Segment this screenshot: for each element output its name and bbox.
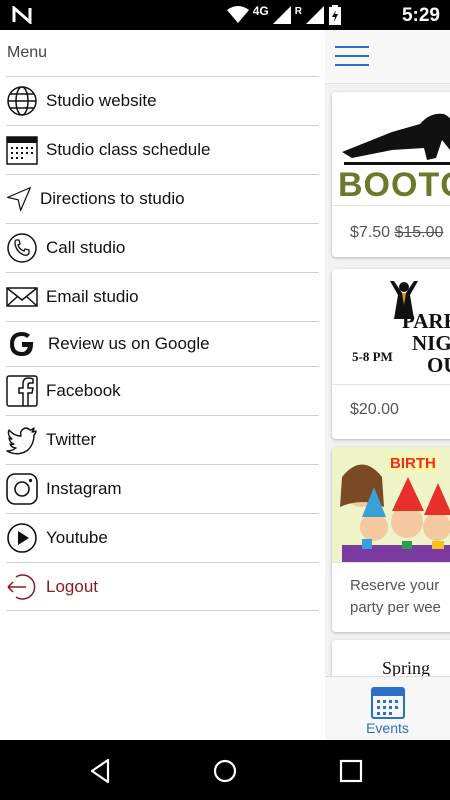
- menu-item-logout[interactable]: Logout: [6, 562, 319, 611]
- event-image-banner: BIRTH: [388, 455, 438, 472]
- event-image: PARE NIGH OU 5-8 PM: [332, 269, 450, 385]
- menu-item-class-schedule[interactable]: Studio class schedule: [6, 125, 319, 174]
- battery-charging-icon: [329, 5, 341, 25]
- envelope-icon: [6, 281, 38, 313]
- menu-item-twitter[interactable]: Twitter: [6, 415, 319, 464]
- event-card-parents-night-out[interactable]: PARE NIGH OU 5-8 PM $20.00: [332, 269, 450, 439]
- menu-item-studio-website[interactable]: Studio website: [6, 76, 319, 125]
- globe-icon: [6, 85, 38, 117]
- clock: 5:29: [401, 5, 440, 26]
- event-description-line1: Reserve your: [350, 577, 440, 594]
- recents-icon[interactable]: [338, 758, 364, 784]
- event-price: $7.50 $15.00: [350, 224, 444, 241]
- wifi-icon: [226, 6, 249, 23]
- menu-item-call-studio[interactable]: Call studio: [6, 223, 319, 272]
- event-description-line2: party per wee: [350, 599, 441, 616]
- twitter-icon: [6, 424, 38, 456]
- back-icon[interactable]: [88, 758, 114, 784]
- navigation-drawer: Menu Studio website Studio class schedul…: [0, 30, 325, 740]
- menu-item-facebook[interactable]: Facebook: [6, 366, 319, 415]
- menu-item-label: Facebook: [46, 381, 121, 400]
- menu-item-label: Logout: [46, 576, 98, 596]
- menu-item-label: Directions to studio: [40, 189, 185, 208]
- notification-n-icon: [12, 6, 32, 24]
- menu-item-instagram[interactable]: Instagram: [6, 464, 319, 513]
- youtube-play-icon: [6, 522, 38, 554]
- menu-item-label: Email studio: [46, 287, 139, 306]
- menu-item-label: Studio class schedule: [46, 140, 211, 159]
- facebook-icon: [6, 375, 38, 407]
- event-image-time: 5-8 PM: [352, 349, 393, 364]
- event-price: $20.00: [350, 401, 399, 418]
- event-image-title: BOOTC: [338, 166, 450, 204]
- phone-icon: [6, 232, 38, 264]
- event-image: BOOTC: [332, 92, 450, 206]
- hamburger-menu-icon[interactable]: [335, 46, 369, 68]
- status-bar: 4G R 5:29: [0, 0, 450, 30]
- calendar-icon: [371, 687, 405, 719]
- signal-icon: [272, 6, 291, 24]
- system-navigation-bar: [0, 740, 450, 800]
- menu-item-label: Youtube: [46, 528, 108, 547]
- menu-item-label: Call studio: [46, 238, 126, 257]
- events-content: BOOTC $7.50 $15.00 PARE NIGH OU 5-8 PM $…: [325, 30, 450, 740]
- event-card-bootcamp[interactable]: BOOTC $7.50 $15.00: [332, 92, 450, 257]
- menu-item-review-google[interactable]: Review us on Google: [6, 321, 319, 366]
- home-icon[interactable]: [212, 758, 238, 784]
- status-icons: 4G R: [226, 4, 342, 25]
- event-image: BIRTH: [332, 447, 450, 563]
- menu-item-youtube[interactable]: Youtube: [6, 513, 319, 562]
- event-image-line3: OU: [427, 353, 450, 377]
- signal-icon-2: [306, 6, 324, 24]
- navigation-arrow-icon: [6, 183, 32, 215]
- instagram-icon: [6, 473, 38, 505]
- calendar-icon: [6, 134, 38, 166]
- network-type: 4G: [252, 4, 269, 18]
- event-card-birthday[interactable]: BIRTH Reserve your party per wee: [332, 447, 450, 632]
- app-toolbar: [325, 30, 450, 84]
- tab-events[interactable]: Events: [325, 676, 450, 740]
- google-icon: [6, 328, 38, 360]
- menu-item-label: Twitter: [46, 430, 97, 449]
- menu-item-directions[interactable]: Directions to studio: [6, 174, 319, 223]
- roaming-indicator: R: [294, 5, 302, 17]
- app-screen: 4G R 5:29 BOOTC $7.50 $15.00: [0, 0, 450, 800]
- drawer-title: Menu: [7, 44, 48, 61]
- menu-item-label: Instagram: [46, 479, 122, 498]
- menu-item-email-studio[interactable]: Email studio: [6, 272, 319, 321]
- menu-item-label: Review us on Google: [48, 334, 210, 353]
- menu-item-label: Studio website: [46, 91, 157, 110]
- tab-events-label: Events: [366, 720, 409, 736]
- logout-icon: [6, 571, 38, 603]
- drawer-menu-list: Studio website Studio class schedule Dir…: [6, 76, 319, 611]
